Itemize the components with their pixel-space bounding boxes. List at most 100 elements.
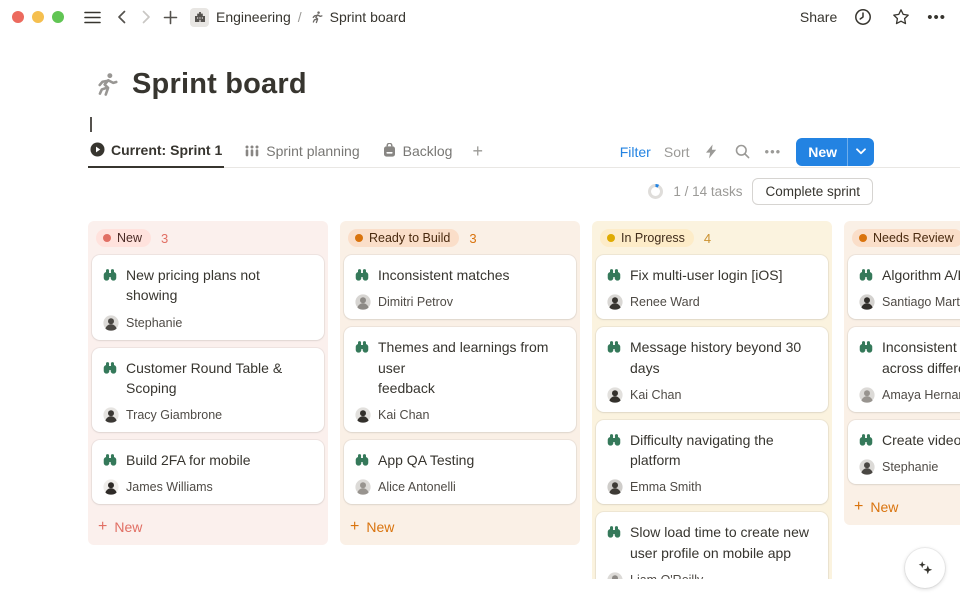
task-card[interactable]: Inconsistent u across differe Amaya Hern… [848,327,960,412]
assignee-name: Kai Chan [378,408,429,422]
binoculars-icon [102,452,118,468]
avatar [859,387,875,403]
task-title: Themes and learnings from user feedback [378,337,564,398]
column-count: 4 [704,231,711,246]
column-header: In Progress 4 [596,227,828,255]
task-card[interactable]: New pricing plans not showing Stephanie [92,255,324,340]
sprint-progress-label: 1 / 14 tasks [673,184,742,199]
sparkles-icon [915,558,935,578]
task-card[interactable]: App QA Testing Alice Antonelli [344,440,576,504]
favorite-star-icon[interactable] [889,5,913,29]
new-task-button[interactable]: New [796,138,874,166]
task-card[interactable]: Build 2FA for mobile James Williams [92,440,324,504]
assignee-name: Santiago Martine [882,295,960,309]
binoculars-icon [606,432,622,448]
status-dot-icon [607,234,615,242]
task-title: App QA Testing [378,450,474,470]
assignee-name: Liam O'Reilly [630,573,703,579]
avatar [859,294,875,310]
assignee-name: Amaya Hernande [882,388,960,402]
automation-bolt-icon[interactable] [703,143,721,161]
status-pill[interactable]: New [96,229,151,247]
more-options-icon[interactable]: ••• [927,9,946,26]
assignee-name: James Williams [126,480,213,494]
binoculars-icon [606,267,622,283]
task-title: Message history beyond 30 days [630,337,801,378]
add-card-button[interactable]: +New [848,492,960,517]
task-card[interactable]: Create video g Stephanie [848,420,960,484]
filter-button[interactable]: Filter [620,144,651,160]
task-title: Difficulty navigating the platform [630,430,774,471]
search-icon[interactable] [734,143,752,161]
task-card[interactable]: Customer Round Table & Scoping Tracy Gia… [92,348,324,433]
tab-backlog[interactable]: Backlog [380,143,455,167]
assignee-name: Tracy Giambrone [126,408,222,422]
task-card[interactable]: Fix multi-user login [iOS] Renee Ward [596,255,828,319]
new-task-label[interactable]: New [796,138,847,166]
status-pill[interactable]: In Progress [600,229,694,247]
avatar [607,479,623,495]
add-card-button[interactable]: +New [92,512,324,537]
assignee-name: Dimitri Petrov [378,295,453,309]
window-controls[interactable] [12,11,64,23]
tab-sprint-planning[interactable]: Sprint planning [242,143,361,167]
task-title: Create video g [882,430,960,450]
task-card[interactable]: Slow load time to create new user profil… [596,512,828,579]
column-count: 3 [161,231,168,246]
avatar [103,407,119,423]
binoculars-icon [102,360,118,376]
task-title: Build 2FA for mobile [126,450,251,470]
board-column-in-progress: In Progress 4 Fix multi-user login [iOS]… [592,221,832,579]
task-card[interactable]: Inconsistent matches Dimitri Petrov [344,255,576,319]
view-options-icon[interactable]: ••• [765,144,782,159]
add-card-button[interactable]: +New [344,512,576,537]
back-icon[interactable] [110,5,134,29]
task-card[interactable]: Themes and learnings from user feedback … [344,327,576,432]
task-title: Algorithm A/B [882,265,960,285]
task-card[interactable]: Algorithm A/B Santiago Martine [848,255,960,319]
runner-icon [309,10,324,25]
task-title: Slow load time to create new user profil… [630,522,809,563]
avatar [103,315,119,331]
close-window-button[interactable] [12,11,24,23]
window-top-bar: Engineering / Sprint board Share ••• [0,0,960,34]
breadcrumb-page[interactable]: Sprint board [309,9,406,25]
add-view-icon[interactable]: + [472,141,483,162]
board-column-ready-to-build: Ready to Build 3 Inconsistent matches Di… [340,221,580,545]
sort-button[interactable]: Sort [664,144,690,160]
breadcrumb: Engineering / Sprint board [190,8,406,27]
status-dot-icon [103,234,111,242]
play-circle-icon [90,142,105,157]
task-card[interactable]: Difficulty navigating the platform Emma … [596,420,828,505]
avatar [355,479,371,495]
sprint-status-row: 1 / 14 tasks Complete sprint [0,178,873,205]
page-title[interactable]: Sprint board [132,68,307,101]
assignee-name: Stephanie [126,316,182,330]
tab-current-sprint[interactable]: Current: Sprint 1 [88,142,224,168]
sprint-progress-ring [648,184,663,199]
updates-clock-icon[interactable] [851,5,875,29]
column-count: 3 [469,231,476,246]
workspace-building-icon[interactable] [190,8,209,27]
avatar [355,407,371,423]
status-pill[interactable]: Ready to Build [348,229,459,247]
task-title: New pricing plans not showing [126,265,312,306]
plus-icon: + [854,499,863,515]
task-card[interactable]: Message history beyond 30 days Kai Chan [596,327,828,412]
sidebar-toggle-icon[interactable] [80,5,104,29]
breadcrumb-workspace[interactable]: Engineering [216,9,291,25]
binoculars-icon [354,267,370,283]
page-runner-icon[interactable] [92,71,120,99]
backpack-icon [382,143,397,158]
forward-icon[interactable] [134,5,158,29]
complete-sprint-button[interactable]: Complete sprint [752,178,873,205]
minimize-window-button[interactable] [32,11,44,23]
new-page-icon[interactable] [158,5,182,29]
share-button[interactable]: Share [800,9,837,25]
task-title: Customer Round Table & Scoping [126,358,282,399]
chevron-down-icon[interactable] [848,138,874,166]
zoom-window-button[interactable] [52,11,64,23]
column-header: New 3 [92,227,324,255]
ai-assistant-button[interactable] [905,548,945,588]
status-pill[interactable]: Needs Review [852,229,960,247]
